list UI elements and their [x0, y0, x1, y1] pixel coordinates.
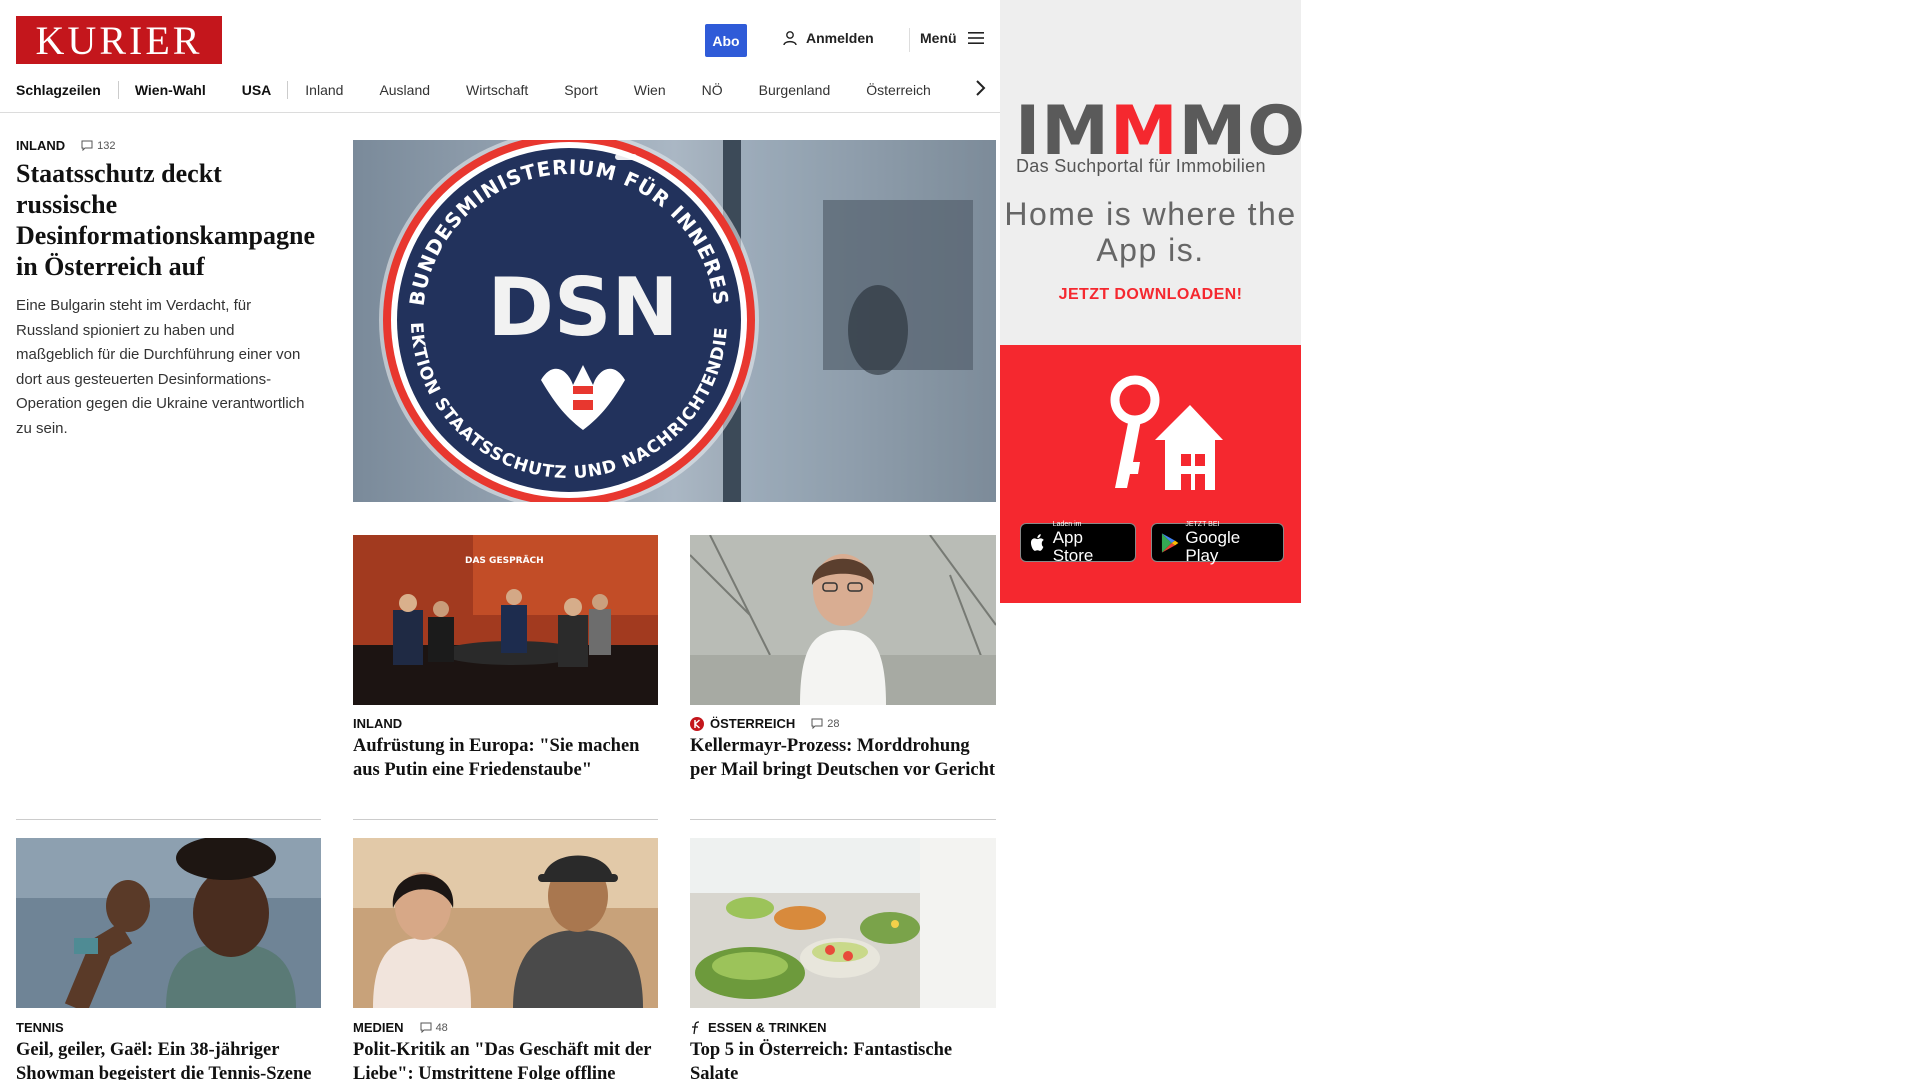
- card4-headline[interactable]: Polit-Kritik an "Das Geschäft mit der Li…: [353, 1038, 658, 1080]
- card2-category: ÖSTERREICH: [710, 716, 796, 731]
- hamburger-icon: [967, 32, 984, 44]
- nav-item-wien[interactable]: Wien: [634, 82, 666, 98]
- card3-headline[interactable]: Geil, geiler, Gaël: Ein 38-jähriger Show…: [16, 1038, 321, 1080]
- immmo-tagline: Das Suchportal für Immobilien: [1016, 156, 1266, 176]
- card-divider: [353, 819, 658, 820]
- card5-category: ESSEN & TRINKEN: [708, 1020, 827, 1035]
- card3-image-tennis-player[interactable]: [16, 838, 321, 1008]
- nav-divider: [287, 81, 289, 99]
- section-nav: Schlagzeilen Wien-Wahl USA Inland Auslan…: [16, 78, 931, 102]
- card1-kicker[interactable]: INLAND: [353, 716, 402, 731]
- card-divider: [16, 819, 321, 820]
- card4-kicker[interactable]: MEDIEN 48: [353, 1020, 448, 1035]
- card5-image-salad-buffet[interactable]: [690, 838, 996, 1008]
- header-divider: [909, 28, 910, 52]
- genuss-f-icon: [692, 1020, 700, 1034]
- card1-category: INLAND: [353, 716, 403, 731]
- nav-divider: [117, 81, 119, 99]
- menu-label: Menü: [920, 30, 957, 46]
- nav-item-oesterreich[interactable]: Österreich: [866, 82, 931, 98]
- card4-comment-count[interactable]: 48: [420, 1022, 448, 1034]
- lead-teaser: Eine Bulgarin steht im Verdacht, für Rus…: [16, 297, 305, 437]
- tv-overlay-text: DAS GESPRÄCH: [465, 555, 544, 566]
- app-store-text: Laden im App Store: [1052, 520, 1094, 565]
- card1-image-tv-debate[interactable]: DAS GESPRÄCH: [353, 535, 658, 705]
- comment-icon: [420, 1022, 432, 1033]
- lead-comments-value: 132: [97, 139, 116, 152]
- nav-item-noe[interactable]: NÖ: [702, 82, 723, 98]
- immmo-ad[interactable]: IMMMO Das Suchportal für Immobilien Home…: [1000, 0, 1305, 603]
- login-button[interactable]: Anmelden: [782, 30, 874, 46]
- nav-item-wien-wahl[interactable]: Wien-Wahl: [135, 82, 206, 98]
- card2-image-portrait[interactable]: [690, 535, 996, 705]
- card1-headline[interactable]: Aufrüstung in Europa: "Sie machen aus Pu…: [353, 734, 658, 782]
- lead-comment-count[interactable]: 132: [81, 140, 115, 152]
- kurier-logo[interactable]: KURIER: [16, 16, 222, 64]
- menu-button[interactable]: Menü: [920, 30, 985, 46]
- google-play-icon: [1161, 532, 1179, 553]
- nav-item-burgenland[interactable]: Burgenland: [759, 82, 831, 98]
- nav-item-ausland[interactable]: Ausland: [379, 82, 430, 98]
- login-label: Anmelden: [806, 30, 874, 46]
- comment-icon: [81, 140, 93, 151]
- card4-image-couple[interactable]: [353, 838, 658, 1008]
- card2-comments-value: 28: [827, 717, 840, 730]
- header-rule: [0, 112, 1000, 113]
- card5-kicker[interactable]: ESSEN & TRINKEN: [690, 1020, 826, 1035]
- apple-icon: [1030, 533, 1044, 551]
- nav-scroll-right-icon[interactable]: [970, 76, 990, 100]
- nav-item-schlagzeilen[interactable]: Schlagzeilen: [16, 82, 101, 98]
- card5-headline[interactable]: Top 5 in Österreich: Fantastische Salate: [690, 1038, 996, 1080]
- key-house-icon: [1110, 375, 1223, 490]
- google-play-text: JETZT BEI Google Play: [1185, 520, 1241, 565]
- card4-category: MEDIEN: [353, 1020, 404, 1035]
- immmo-headline: Home is where the App is.: [1004, 196, 1297, 268]
- lead-category: INLAND: [16, 138, 66, 153]
- nav-item-usa[interactable]: USA: [242, 82, 272, 98]
- download-cta[interactable]: JETZT DOWNLOADEN!: [1000, 286, 1301, 304]
- app-store-badge[interactable]: Laden im App Store: [1020, 520, 1136, 565]
- user-icon: [783, 31, 797, 46]
- nav-item-inland[interactable]: Inland: [305, 82, 343, 98]
- card4-comments-value: 48: [435, 1021, 448, 1034]
- card3-category: TENNIS: [16, 1020, 64, 1035]
- lead-kicker[interactable]: INLAND 132: [16, 138, 115, 153]
- lead-image-dsn-seal[interactable]: BUNDESMINISTERIUM FÜR INNERES DIREKTION …: [353, 140, 996, 502]
- nav-item-sport[interactable]: Sport: [564, 82, 597, 98]
- abo-button[interactable]: Abo: [705, 24, 747, 57]
- nav-item-wirtschaft[interactable]: Wirtschaft: [466, 82, 528, 98]
- seal-center-text: DSN: [488, 261, 679, 354]
- card2-headline[interactable]: Kellermayr-Prozess: Morddrohung per Mail…: [690, 734, 996, 782]
- card2-comment-count[interactable]: 28: [811, 718, 839, 730]
- comment-icon: [811, 718, 823, 729]
- google-play-badge[interactable]: JETZT BEI Google Play: [1151, 520, 1284, 565]
- card-divider: [690, 819, 996, 820]
- card2-kicker[interactable]: ÖSTERREICH 28: [690, 716, 839, 731]
- card3-kicker[interactable]: TENNIS: [16, 1020, 64, 1035]
- kurier-plus-icon: [690, 716, 704, 731]
- lead-headline[interactable]: Staatsschutz deckt russische Desinformat…: [16, 158, 321, 282]
